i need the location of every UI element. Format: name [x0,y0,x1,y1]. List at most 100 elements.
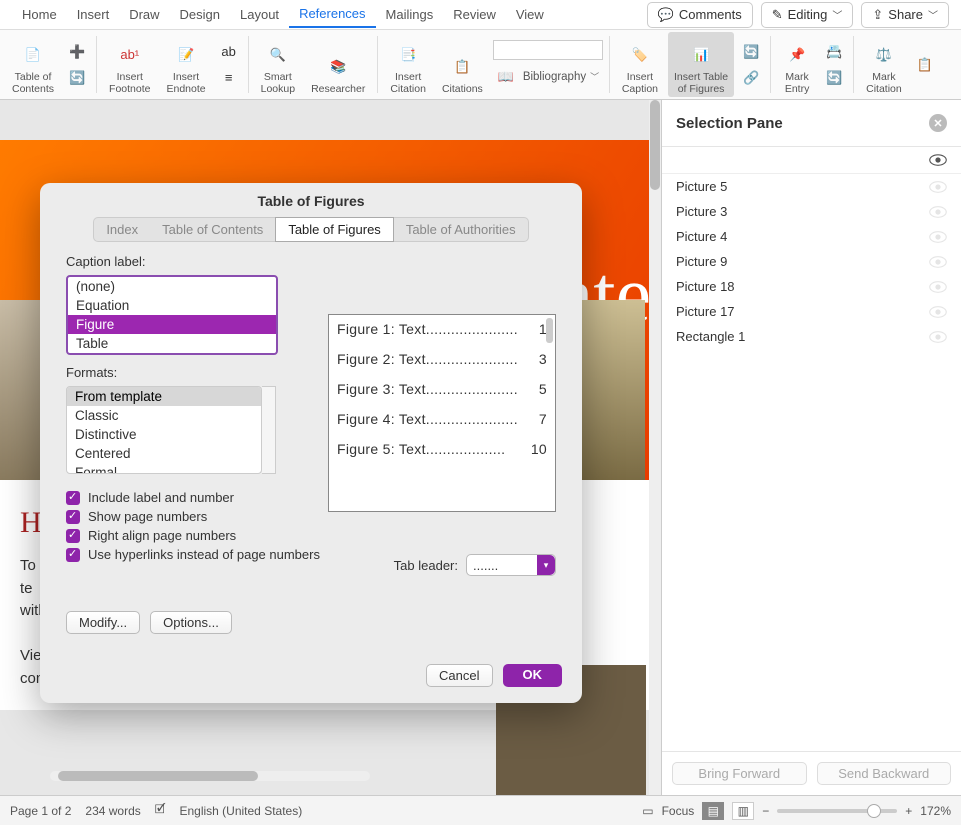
tab-leader-select[interactable]: ....... ▾ [466,554,556,576]
item-label: Picture 18 [676,279,735,294]
show-all-button[interactable] [929,153,947,167]
tab-table-of-figures[interactable]: Table of Figures [275,217,394,242]
caption-label-listbox[interactable]: (none) Equation Figure Table [66,275,278,355]
tab-draw[interactable]: Draw [119,2,169,27]
show-notes-button[interactable]: ≡ [218,67,240,89]
insert-toa-button[interactable]: 📋 [914,54,936,76]
mark-entry-button[interactable]: 📌 Mark Entry [777,32,817,97]
include-label-checkbox[interactable] [66,491,80,505]
formats-scrollbar[interactable] [262,386,276,474]
modify-button[interactable]: Modify... [66,611,140,634]
selection-item[interactable]: Picture 18 [662,274,961,299]
horizontal-scrollbar[interactable] [50,771,370,781]
eye-icon[interactable] [929,230,947,244]
update-tof-button[interactable]: 🔄 [740,41,762,63]
tab-home[interactable]: Home [12,2,67,27]
zoom-slider[interactable] [777,809,897,813]
print-layout-view[interactable]: ▤ [702,802,724,820]
ok-button[interactable]: OK [503,664,563,687]
word-count[interactable]: 234 words [85,804,140,818]
tab-design[interactable]: Design [170,2,230,27]
scrollbar-thumb[interactable] [58,771,258,781]
insert-index-button[interactable]: 📇 [823,41,845,63]
comments-button[interactable]: 💬 Comments [647,2,753,28]
web-layout-view[interactable]: ▥ [732,802,754,820]
tab-index[interactable]: Index [93,217,150,242]
tab-table-of-contents[interactable]: Table of Contents [150,217,275,242]
vertical-scrollbar[interactable] [649,100,661,795]
tab-layout[interactable]: Layout [230,2,289,27]
researcher-button[interactable]: 📚 Researcher [305,32,371,97]
show-page-numbers-checkbox[interactable] [66,510,80,524]
list-item[interactable]: Table [68,334,276,353]
slider-thumb[interactable] [867,804,881,818]
spellcheck-icon[interactable]: 🗹 [155,800,166,821]
eye-icon[interactable] [929,305,947,319]
zoom-in-button[interactable]: + [905,804,912,818]
page-indicator[interactable]: Page 1 of 2 [10,804,71,818]
list-item[interactable]: Centered [67,444,261,463]
next-footnote-button[interactable]: ab [218,41,240,63]
tab-insert[interactable]: Insert [67,2,120,27]
tab-leader-value: ....... [473,558,498,573]
selection-item[interactable]: Picture 5 [662,174,961,199]
item-label: Picture 4 [676,229,727,244]
zoom-level[interactable]: 172% [920,804,951,818]
eye-icon[interactable] [929,330,947,344]
list-item[interactable]: Figure [68,315,276,334]
send-backward-button[interactable]: Send Backward [817,762,952,785]
tab-references[interactable]: References [289,1,375,28]
insert-citation-button[interactable]: 📑 Insert Citation [384,32,432,97]
use-hyperlinks-checkbox[interactable] [66,548,80,562]
preview-scrollbar[interactable] [546,318,553,343]
preview-dots: ...................... [426,351,539,367]
list-item[interactable]: Formal [67,463,261,474]
list-item[interactable]: Classic [67,406,261,425]
doc-text: te [20,580,33,597]
insert-footnote-button[interactable]: ab¹ Insert Footnote [103,32,156,97]
cancel-button[interactable]: Cancel [426,664,492,687]
bibliography-button[interactable]: Bibliography [523,71,586,83]
list-item[interactable]: Equation [68,296,276,315]
tab-view[interactable]: View [506,2,554,27]
add-text-button[interactable]: ➕ [66,41,88,63]
mark-citation-button[interactable]: ⚖️ Mark Citation [860,32,908,97]
toc-button[interactable]: 📄 Table of Contents [6,32,60,97]
share-button[interactable]: ⇪ Share ﹀ [861,2,949,28]
update-toc-button[interactable]: 🔄 [66,67,88,89]
zoom-out-button[interactable]: − [762,804,769,818]
eye-icon[interactable] [929,280,947,294]
style-dropdown[interactable] [493,40,603,60]
selection-item[interactable]: Picture 4 [662,224,961,249]
bring-forward-button[interactable]: Bring Forward [672,762,807,785]
insert-caption-button[interactable]: 🏷️ Insert Caption [616,32,664,97]
cross-ref-button[interactable]: 🔗 [740,67,762,89]
update-index-button[interactable]: 🔄 [823,67,845,89]
language-indicator[interactable]: English (United States) [179,804,302,818]
right-align-checkbox[interactable] [66,529,80,543]
close-pane-button[interactable]: ✕ [929,114,947,132]
eye-icon[interactable] [929,180,947,194]
selection-item[interactable]: Picture 3 [662,199,961,224]
scrollbar-thumb[interactable] [650,100,660,190]
preview-box: Figure 1: Text......................1 Fi… [328,314,556,512]
smart-lookup-button[interactable]: 🔍 Smart Lookup [255,32,301,97]
tab-review[interactable]: Review [443,2,506,27]
selection-item[interactable]: Picture 9 [662,249,961,274]
tab-table-of-authorities[interactable]: Table of Authorities [394,217,529,242]
eye-icon[interactable] [929,255,947,269]
list-item[interactable]: From template [67,387,261,406]
tab-mailings[interactable]: Mailings [376,2,444,27]
eye-icon[interactable] [929,205,947,219]
selection-item[interactable]: Rectangle 1 [662,324,961,349]
list-item[interactable]: Distinctive [67,425,261,444]
formats-listbox[interactable]: From template Classic Distinctive Center… [66,386,262,474]
citations-button[interactable]: 📋 Citations [436,32,489,97]
focus-mode-button[interactable]: Focus [662,804,695,818]
selection-item[interactable]: Picture 17 [662,299,961,324]
insert-table-of-figures-button[interactable]: 📊 Insert Table of Figures [668,32,734,97]
options-button[interactable]: Options... [150,611,232,634]
list-item[interactable]: (none) [68,277,276,296]
editing-button[interactable]: ✎ Editing ﹀ [761,2,854,28]
insert-endnote-button[interactable]: 📝 Insert Endnote [160,32,211,97]
